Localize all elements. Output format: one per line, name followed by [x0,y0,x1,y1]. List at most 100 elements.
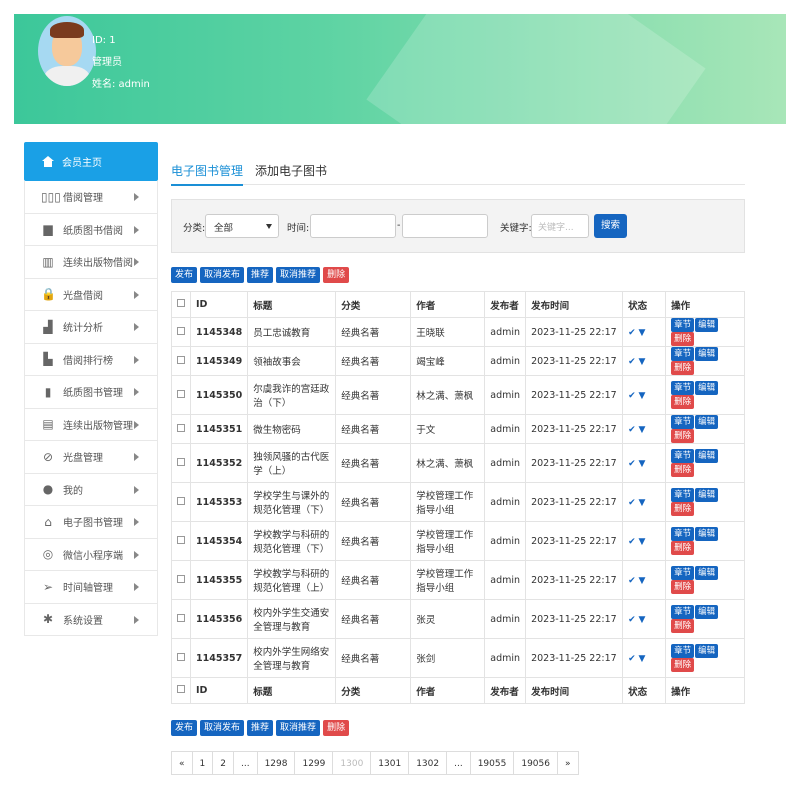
keyword-input[interactable]: 关键字... [531,214,589,238]
table-row[interactable]: 1145350 尔虞我诈的宫廷政治（下） 经典名著 林之满、萧枫 admin 2023-1… [171,375,745,415]
sidebar-item-1[interactable]: ▯▯▯ 借阅管理 [24,181,158,214]
category-select[interactable]: 全部 [205,214,279,238]
unpublish-button[interactable]: 取消发布 [200,720,245,736]
row-checkbox[interactable] [177,326,185,335]
table-row[interactable]: 1145352 独领风骚的古代医学（上） 经典名著 林之满、萧枫 admin 2023-1… [171,443,745,483]
row-checkbox[interactable] [177,457,185,466]
tab-ebook-management[interactable]: 电子图书管理 [171,162,244,186]
sidebar-item-7[interactable]: ▮ 纸质图书管理 [24,376,158,409]
chapter-button[interactable]: 章节 [671,318,695,332]
edit-button[interactable]: 编辑 [695,644,719,658]
table-row[interactable]: 1145349 领袖故事会 经典名著 竭宝峰 admin 2023-11-25 22:17… [171,346,745,376]
unrecommend-button[interactable]: 取消推荐 [276,720,321,736]
row-delete-button[interactable]: 删除 [671,361,695,375]
thumbs-down-icon[interactable]: ▼ [638,615,645,625]
sidebar-item-13[interactable]: ➢ 时间轴管理 [24,571,158,604]
sidebar-item-12[interactable]: ◎ 微信小程序端 [24,538,158,571]
sidebar-item-10[interactable]: ● 我的 [24,473,158,506]
chapter-button[interactable]: 章节 [671,449,695,463]
row-delete-button[interactable]: 删除 [671,429,695,443]
row-checkbox[interactable] [177,496,185,505]
select-all-checkbox[interactable] [177,685,185,693]
thumbs-down-icon[interactable]: ▼ [638,328,645,338]
row-delete-button[interactable]: 删除 [671,395,695,409]
delete-button[interactable]: 删除 [323,267,350,283]
thumbs-down-icon[interactable]: ▼ [638,391,645,401]
sidebar-item-5[interactable]: ▟ 统计分析 [24,311,158,344]
row-delete-button[interactable]: 删除 [671,463,695,477]
row-checkbox[interactable] [177,613,185,622]
sidebar-item-2[interactable]: ▆ 纸质图书借阅 [24,213,158,246]
thumbs-down-icon[interactable]: ▼ [638,576,645,586]
sidebar-item-9[interactable]: ⊘ 光盘管理 [24,441,158,474]
page-button[interactable]: 19056 [514,752,558,774]
sidebar-item-home[interactable]: 会员主页 [24,142,158,181]
unpublish-button[interactable]: 取消发布 [200,267,245,283]
sidebar-item-3[interactable]: ▥ 连续出版物借阅 [24,246,158,279]
row-checkbox[interactable] [177,535,185,544]
chapter-button[interactable]: 章节 [671,605,695,619]
row-delete-button[interactable]: 删除 [671,332,695,346]
edit-button[interactable]: 编辑 [695,449,719,463]
sidebar-item-14[interactable]: ✱ 系统设置 [24,603,158,636]
page-button[interactable]: 1302 [409,752,448,774]
row-checkbox[interactable] [177,652,185,661]
next-page-button[interactable]: » [558,752,579,774]
thumbs-down-icon[interactable]: ▼ [638,537,645,547]
page-button[interactable]: 1 [193,752,214,774]
edit-button[interactable]: 编辑 [695,605,719,619]
chapter-button[interactable]: 章节 [671,527,695,541]
edit-button[interactable]: 编辑 [695,488,719,502]
unrecommend-button[interactable]: 取消推荐 [276,267,321,283]
edit-button[interactable]: 编辑 [695,381,719,395]
select-all-checkbox[interactable] [177,299,185,307]
row-delete-button[interactable]: 删除 [671,541,695,555]
thumbs-down-icon[interactable]: ▼ [638,654,645,664]
row-checkbox[interactable] [177,355,185,364]
sidebar-item-6[interactable]: ▙ 借阅排行榜 [24,343,158,376]
page-button[interactable]: 1298 [258,752,296,774]
prev-page-button[interactable]: « [172,752,193,774]
row-checkbox[interactable] [177,423,185,432]
chapter-button[interactable]: 章节 [671,347,695,361]
sidebar-item-8[interactable]: ▤ 连续出版物管理 [24,408,158,441]
page-button[interactable]: 1299 [295,752,334,774]
table-row[interactable]: 1145357 校内外学生网络安全管理与教育 经典名著 张剑 admin 2023-11-… [171,638,745,678]
row-checkbox[interactable] [177,389,185,398]
sidebar-item-4[interactable]: 🔒 光盘借阅 [24,278,158,311]
page-button[interactable]: 19055 [471,752,515,774]
edit-button[interactable]: 编辑 [695,527,719,541]
edit-button[interactable]: 编辑 [695,566,719,580]
table-row[interactable]: 1145354 学校教学与科研的规范化管理（下） 经典名著 学校管理工作指导小组 adm… [171,521,745,561]
edit-button[interactable]: 编辑 [695,347,719,361]
page-button[interactable]: 2 [213,752,234,774]
table-row[interactable]: 1145356 校内外学生交通安全管理与教育 经典名著 张灵 admin 2023-11-… [171,599,745,639]
chapter-button[interactable]: 章节 [671,566,695,580]
table-row[interactable]: 1145348 员工忠诚教育 经典名著 王晓联 admin 2023-11-25 22:1… [171,317,745,347]
tab-add-ebook[interactable]: 添加电子图书 [255,162,327,179]
thumbs-down-icon[interactable]: ▼ [638,425,645,435]
recommend-button[interactable]: 推荐 [247,267,274,283]
start-time-input[interactable] [310,214,396,238]
thumbs-down-icon[interactable]: ▼ [638,357,645,367]
row-delete-button[interactable]: 删除 [671,658,695,672]
table-row[interactable]: 1145351 微生物密码 经典名著 于文 admin 2023-11-25 22:17 ✔… [171,414,745,444]
row-delete-button[interactable]: 删除 [671,619,695,633]
publish-button[interactable]: 发布 [171,267,198,283]
chapter-button[interactable]: 章节 [671,415,695,429]
delete-button[interactable]: 删除 [323,720,350,736]
publish-button[interactable]: 发布 [171,720,198,736]
chapter-button[interactable]: 章节 [671,381,695,395]
edit-button[interactable]: 编辑 [695,415,719,429]
page-button[interactable]: 1300 [333,752,372,774]
search-button[interactable]: 搜索 [594,214,627,238]
table-row[interactable]: 1145355 学校教学与科研的规范化管理（上） 经典名著 学校管理工作指导小组 adm… [171,560,745,600]
row-checkbox[interactable] [177,574,185,583]
recommend-button[interactable]: 推荐 [247,720,274,736]
edit-button[interactable]: 编辑 [695,318,719,332]
sidebar-item-11[interactable]: ⌂ 电子图书管理 [24,506,158,539]
row-delete-button[interactable]: 删除 [671,580,695,594]
chapter-button[interactable]: 章节 [671,644,695,658]
chapter-button[interactable]: 章节 [671,488,695,502]
page-button[interactable]: 1301 [371,752,410,774]
